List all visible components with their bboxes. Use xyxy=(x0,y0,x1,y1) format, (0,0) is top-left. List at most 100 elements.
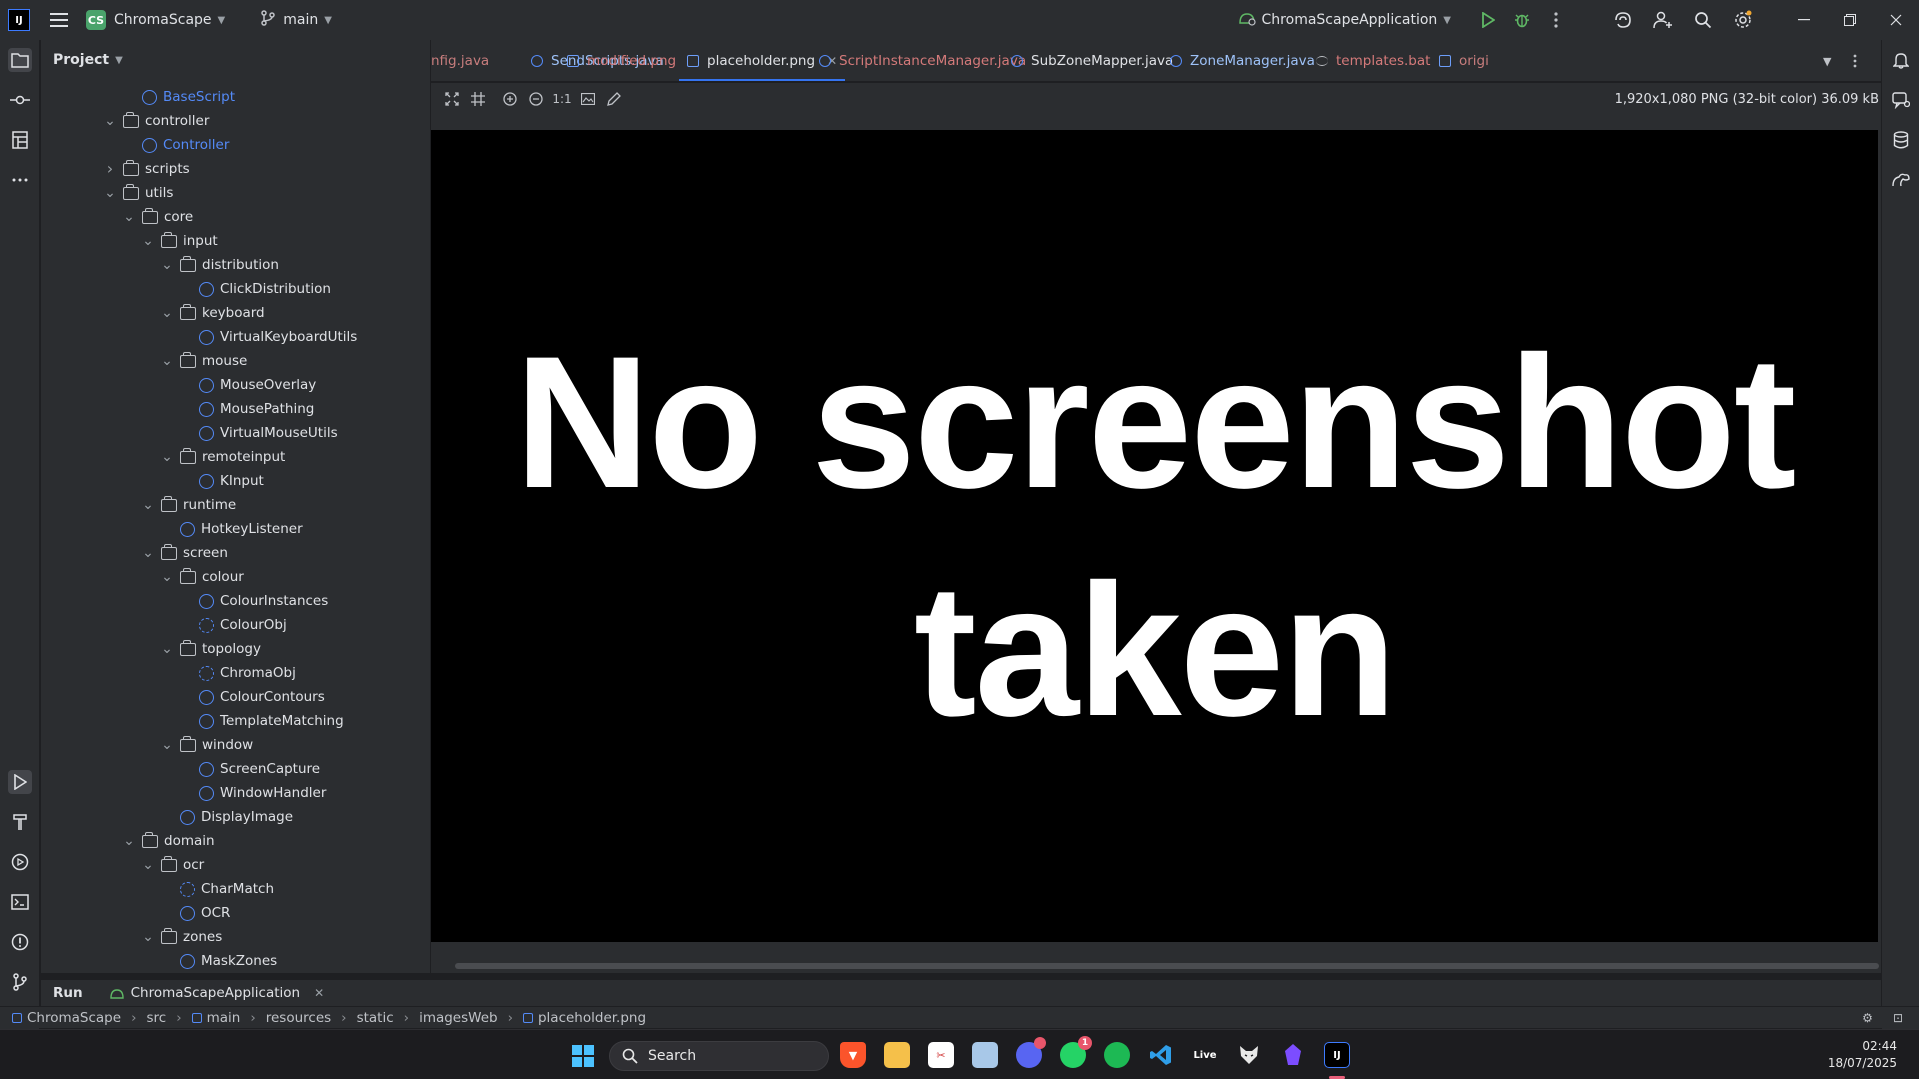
settings-gear-icon[interactable] xyxy=(1723,0,1763,40)
tab-templates-bat[interactable]: templates.bat xyxy=(1316,40,1430,81)
tree-item-ocr[interactable]: ⌄ ocr xyxy=(141,853,204,877)
tree-item-domain[interactable]: ⌄ domain xyxy=(122,829,215,853)
tree-item-colourobj[interactable]: ColourObj xyxy=(179,613,287,637)
tree-item-utils[interactable]: ⌄ utils xyxy=(103,181,173,205)
tree-item-colourcontours[interactable]: ColourContours xyxy=(179,685,325,709)
chevron-down-icon[interactable]: ⌄ xyxy=(122,834,136,848)
breadcrumb-item[interactable]: imagesWeb xyxy=(419,1010,498,1026)
image-horizontal-scrollbar[interactable] xyxy=(455,963,1879,969)
tab-scriptinstancemanager-java[interactable]: ScriptInstanceManager.java xyxy=(819,40,1026,81)
project-switcher[interactable]: ChromaScape xyxy=(114,12,212,28)
actual-size-button[interactable]: 1:1 xyxy=(549,86,575,112)
chevron-down-icon[interactable]: ⌄ xyxy=(160,354,174,368)
notifications-bell-icon[interactable] xyxy=(1889,48,1913,72)
breadcrumb-item[interactable]: ChromaScape xyxy=(12,1010,121,1026)
color-picker-icon[interactable] xyxy=(601,86,627,112)
breadcrumb-item[interactable]: placeholder.png xyxy=(522,1010,646,1026)
tree-item-clickdistribution[interactable]: ClickDistribution xyxy=(179,277,331,301)
tree-item-controller[interactable]: Controller xyxy=(122,133,229,157)
tree-item-keyboard[interactable]: ⌄ keyboard xyxy=(160,301,265,325)
ai-assistant-icon[interactable] xyxy=(1603,0,1643,40)
tree-item-scripts[interactable]: › scripts xyxy=(103,157,190,181)
close-window-icon[interactable] xyxy=(1873,0,1919,40)
status-gear-icon[interactable]: ⚙ xyxy=(1862,1011,1873,1025)
add-user-icon[interactable] xyxy=(1643,0,1683,40)
tree-item-mouse[interactable]: ⌄ mouse xyxy=(160,349,247,373)
tab-nfig-java[interactable]: nfig.java xyxy=(431,40,489,81)
tree-item-chromaobj[interactable]: ChromaObj xyxy=(179,661,296,685)
brave-browser-icon[interactable]: ▼ xyxy=(840,1042,866,1068)
build-hammer-icon[interactable] xyxy=(8,810,32,834)
chevron-down-icon[interactable]: ▼ xyxy=(1443,15,1451,26)
tree-item-remoteinput[interactable]: ⌄ remoteinput xyxy=(160,445,285,469)
tree-item-virtualmouseutils[interactable]: VirtualMouseUtils xyxy=(179,421,338,445)
breadcrumb-item[interactable]: src xyxy=(146,1010,166,1026)
run-icon[interactable] xyxy=(1471,0,1505,40)
git-icon[interactable] xyxy=(8,970,32,994)
grid-toggle-icon[interactable] xyxy=(465,86,491,112)
tree-item-ocr[interactable]: OCR xyxy=(160,901,230,925)
tree-item-charmatch[interactable]: CharMatch xyxy=(160,877,274,901)
run-config-tab[interactable]: ChromaScapeApplication ✕ xyxy=(109,985,324,1001)
run-tool-icon[interactable] xyxy=(8,770,32,794)
chevron-down-icon[interactable]: ⌄ xyxy=(160,738,174,752)
tree-item-templatematching[interactable]: TemplateMatching xyxy=(179,709,344,733)
chevron-down-icon[interactable]: ⌄ xyxy=(160,306,174,320)
more-tools-icon[interactable] xyxy=(8,168,32,192)
tab-list-chevron-icon[interactable]: ▼ xyxy=(1823,40,1831,81)
tree-item-windowhandler[interactable]: WindowHandler xyxy=(179,781,326,805)
tree-item-maskzones[interactable]: MaskZones xyxy=(160,949,277,973)
tree-item-screencapture[interactable]: ScreenCapture xyxy=(179,757,320,781)
tab-origi[interactable]: origi xyxy=(1439,40,1489,81)
chevron-right-icon[interactable]: › xyxy=(103,161,117,177)
chevron-down-icon[interactable]: ⌄ xyxy=(141,498,155,512)
problems-icon[interactable] xyxy=(8,930,32,954)
tree-item-virtualkeyboardutils[interactable]: VirtualKeyboardUtils xyxy=(179,325,357,349)
services-icon[interactable] xyxy=(8,850,32,874)
tree-item-zones[interactable]: ⌄ zones xyxy=(141,925,222,949)
ai-chat-icon[interactable] xyxy=(1889,88,1913,112)
tree-item-mousepathing[interactable]: MousePathing xyxy=(179,397,314,421)
tab-subzonemapper-java[interactable]: SubZoneMapper.java xyxy=(1011,40,1173,81)
taskbar-search[interactable]: Search xyxy=(609,1041,829,1071)
zoom-in-icon[interactable] xyxy=(497,86,523,112)
obsidian-icon[interactable] xyxy=(1280,1042,1306,1068)
intellij-logo-icon[interactable]: IJ xyxy=(8,9,30,31)
fit-zoom-icon[interactable] xyxy=(439,86,465,112)
commit-icon[interactable] xyxy=(8,88,32,112)
snipping-tool-icon[interactable]: ✂ xyxy=(928,1042,954,1068)
branch-icon[interactable] xyxy=(261,10,275,30)
close-icon[interactable]: ✕ xyxy=(314,986,324,1000)
chevron-down-icon[interactable]: ⌄ xyxy=(160,450,174,464)
tree-item-distribution[interactable]: ⌄ distribution xyxy=(160,253,279,277)
chevron-down-icon[interactable]: ⌄ xyxy=(103,186,117,200)
file-explorer-icon[interactable] xyxy=(884,1042,910,1068)
chevron-down-icon[interactable]: ⌄ xyxy=(141,546,155,560)
breadcrumb-item[interactable]: resources xyxy=(266,1010,331,1026)
tree-item-input[interactable]: ⌄ input xyxy=(141,229,218,253)
spotify-icon[interactable] xyxy=(1104,1042,1130,1068)
chevron-down-icon[interactable]: ⌄ xyxy=(141,858,155,872)
breadcrumb-item[interactable]: static xyxy=(357,1010,394,1026)
chevron-down-icon[interactable]: ⌄ xyxy=(103,114,117,128)
terminal-icon[interactable] xyxy=(8,890,32,914)
run-config-selector[interactable]: ChromaScapeApplication xyxy=(1262,12,1438,28)
tree-item-hotkeylistener[interactable]: HotkeyListener xyxy=(160,517,303,541)
structure-icon[interactable] xyxy=(8,128,32,152)
tab-more-options-icon[interactable] xyxy=(1853,40,1857,81)
tree-item-mouseoverlay[interactable]: MouseOverlay xyxy=(179,373,316,397)
tree-item-colourinstances[interactable]: ColourInstances xyxy=(179,589,328,613)
restore-window-icon[interactable] xyxy=(1827,0,1873,40)
photos-icon[interactable] xyxy=(972,1042,998,1068)
tab-placeholder-png[interactable]: placeholder.png ✕ xyxy=(678,40,846,81)
chevron-down-icon[interactable]: ⌄ xyxy=(122,210,136,224)
chevron-down-icon[interactable]: ⌄ xyxy=(160,570,174,584)
more-options-icon[interactable] xyxy=(1539,0,1573,40)
whatsapp-icon[interactable]: 1 xyxy=(1060,1036,1092,1068)
chevron-down-icon[interactable]: ⌄ xyxy=(141,234,155,248)
chevron-down-icon[interactable]: ▼ xyxy=(324,15,332,26)
tree-item-runtime[interactable]: ⌄ runtime xyxy=(141,493,236,517)
chevron-down-icon[interactable]: ⌄ xyxy=(141,930,155,944)
debug-icon[interactable] xyxy=(1505,0,1539,40)
branch-switcher[interactable]: main xyxy=(283,12,318,28)
